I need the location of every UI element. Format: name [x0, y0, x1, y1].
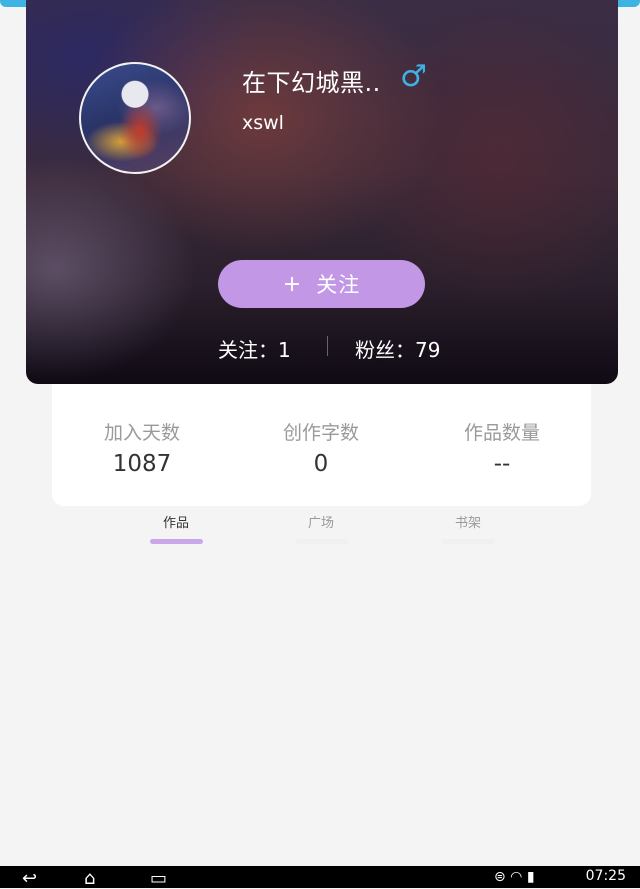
tab-indicator: [295, 539, 348, 544]
recent-apps-icon[interactable]: ▭: [150, 868, 167, 889]
stats-divider: [327, 336, 328, 356]
username: 在下幻城黑..: [242, 69, 381, 97]
system-navigation-bar: ↩ ⌂ ▭ ⊜ ◠ ▮ 07:25: [0, 866, 640, 889]
follow-button-label: 关注: [316, 273, 361, 297]
status-icons: ⊜ ◠ ▮: [494, 869, 535, 885]
metric-label: 加入天数: [103, 422, 180, 444]
user-id: xswl: [242, 112, 284, 134]
metric-label: 创作字数: [282, 422, 359, 444]
metric-word-count: 创作字数 0: [231, 418, 411, 477]
follow-button[interactable]: + 关注: [218, 260, 425, 308]
tab-bookshelf[interactable]: 书架: [438, 512, 498, 531]
following-count[interactable]: 关注：1: [218, 334, 291, 363]
tab-bar: 作品 广场 书架: [0, 508, 640, 548]
metric-label: 作品数量: [463, 422, 540, 444]
home-icon[interactable]: ⌂: [84, 868, 95, 889]
back-icon[interactable]: ↩: [22, 868, 37, 889]
metric-value: 1087: [112, 451, 172, 477]
tab-indicator-active: [150, 539, 203, 544]
clock: 07:25: [585, 868, 626, 884]
metric-value: --: [493, 451, 511, 477]
metric-value: 0: [313, 451, 329, 477]
tab-works[interactable]: 作品: [146, 512, 206, 531]
profile-header: 在下幻城黑.. ♂ xswl + 关注 关注：1 粉丝：79: [26, 0, 618, 384]
male-icon: ♂: [400, 59, 427, 94]
fans-count[interactable]: 粉丝：79: [355, 334, 440, 363]
tab-square[interactable]: 广场: [291, 512, 351, 531]
metric-works-count: 作品数量 --: [412, 418, 592, 477]
stats-card: 加入天数 1087 创作字数 0 作品数量 --: [52, 384, 591, 506]
metric-join-days: 加入天数 1087: [52, 418, 232, 477]
plus-icon: +: [282, 271, 303, 297]
avatar[interactable]: [79, 62, 191, 174]
tab-indicator: [442, 539, 495, 544]
